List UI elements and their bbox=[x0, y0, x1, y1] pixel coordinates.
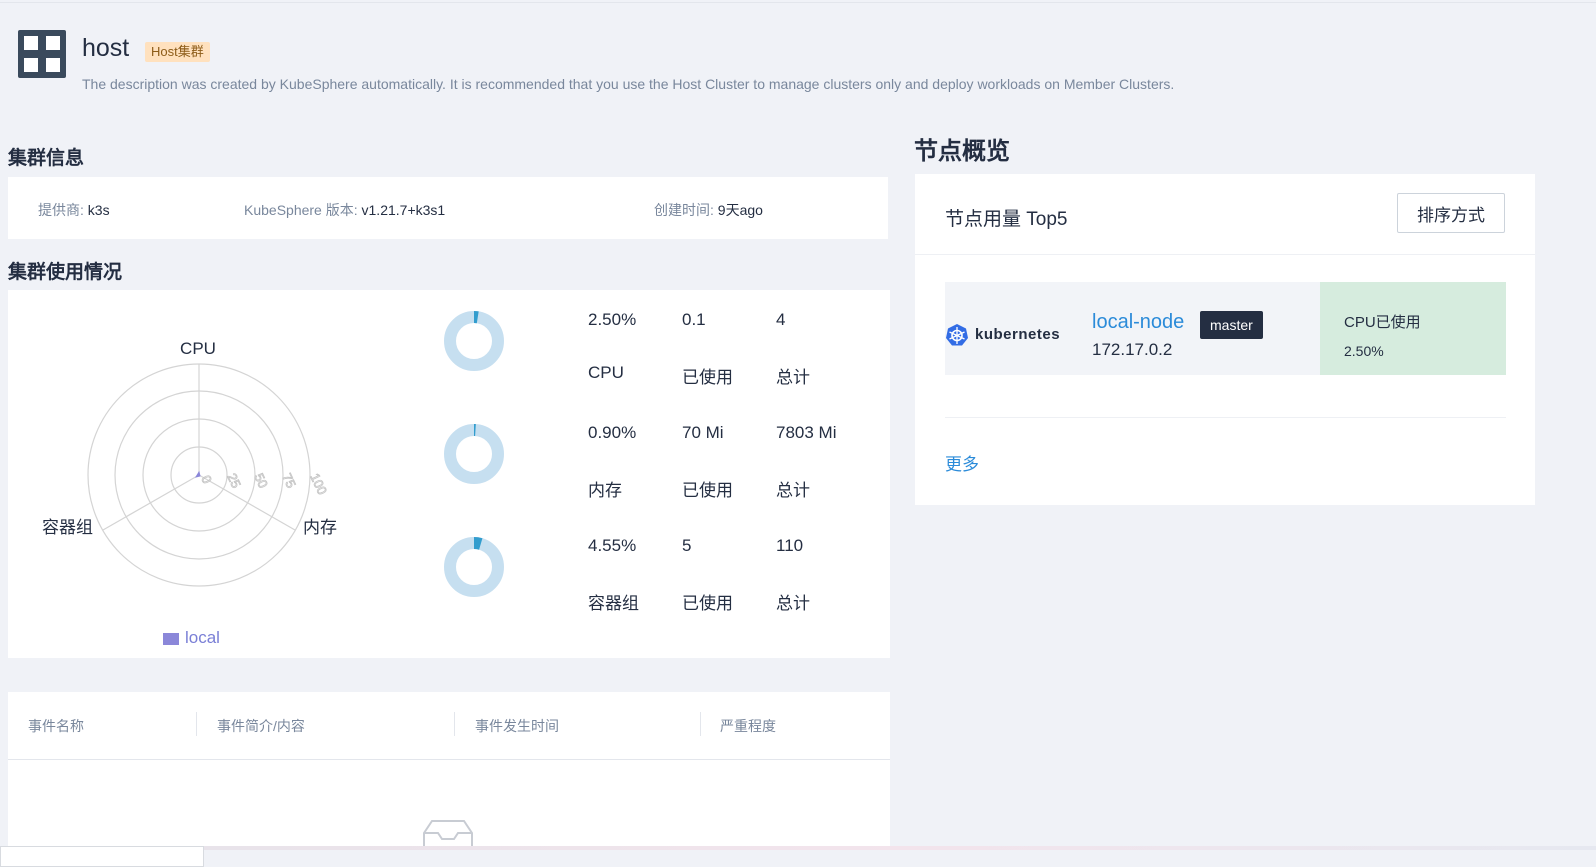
cluster-title: host bbox=[82, 34, 130, 62]
node-usage-card: 节点用量 Top5 排序方式 kubernetes local-node mas… bbox=[915, 174, 1535, 505]
donut-track bbox=[444, 537, 504, 597]
radar-label-cpu: CPU bbox=[180, 339, 216, 358]
provider-value: k3s bbox=[87, 202, 110, 218]
node-usage-title: 节点用量 Top5 bbox=[945, 209, 1068, 230]
kubernetes-logo-icon bbox=[946, 324, 968, 346]
bottom-strip bbox=[204, 846, 1596, 850]
node-cpu-value: 2.50% bbox=[1344, 343, 1384, 359]
more-link[interactable]: 更多 bbox=[945, 450, 979, 475]
memory-donut bbox=[444, 424, 504, 484]
cluster-icon bbox=[18, 30, 66, 78]
column-event-name[interactable]: 事件名称 bbox=[28, 716, 84, 736]
column-divider bbox=[454, 712, 455, 736]
radar-axis-memory bbox=[198, 474, 296, 531]
cpu-total: 4 bbox=[776, 310, 786, 329]
radar-axis-pods bbox=[102, 474, 200, 531]
column-divider bbox=[700, 712, 701, 736]
kubernetes-logo-text: kubernetes bbox=[975, 326, 1061, 343]
memory-total: 7803 Mi bbox=[776, 423, 837, 442]
radar-label-memory: 内存 bbox=[303, 518, 337, 537]
pods-percent: 4.55% bbox=[588, 536, 637, 555]
node-cpu-label: CPU已使用 bbox=[1344, 314, 1421, 331]
pods-used: 5 bbox=[682, 536, 692, 555]
version-value: v1.21.7+k3s1 bbox=[361, 202, 446, 218]
radar-tick: 100 bbox=[307, 471, 330, 497]
cpu-used-label: 已使用 bbox=[682, 368, 733, 387]
radar-legend-local[interactable]: local bbox=[163, 628, 220, 648]
column-event-content[interactable]: 事件简介/内容 bbox=[217, 716, 305, 736]
node-cpu-cell: CPU已使用 2.50% bbox=[1320, 282, 1506, 375]
node-role-badge: master bbox=[1200, 311, 1263, 339]
cpu-label: CPU bbox=[588, 363, 624, 382]
node-ip: 172.17.0.2 bbox=[1092, 340, 1173, 359]
cluster-usage-card: CPU 内存 容器组 0 25 50 75 100 local 2.50% 0.… bbox=[8, 290, 890, 658]
node-row[interactable]: kubernetes local-node master 172.17.0.2 … bbox=[945, 282, 1506, 375]
memory-used: 70 Mi bbox=[682, 423, 724, 442]
node-name-link[interactable]: local-node bbox=[1092, 311, 1184, 334]
created-info: 创建时间: 9天ago bbox=[654, 202, 763, 218]
cluster-type-tag: Host集群 bbox=[145, 42, 210, 62]
memory-percent: 0.90% bbox=[588, 423, 637, 442]
radar-chart: CPU 内存 容器组 0 25 50 75 100 bbox=[42, 339, 337, 587]
empty-inbox-icon bbox=[423, 820, 473, 849]
radar-tick: 0 bbox=[198, 473, 215, 486]
column-divider bbox=[196, 712, 197, 736]
cpu-donut bbox=[444, 311, 504, 371]
pods-used-label: 已使用 bbox=[682, 594, 733, 613]
memory-total-label: 总计 bbox=[776, 481, 810, 500]
donut-track bbox=[444, 311, 504, 371]
memory-used-label: 已使用 bbox=[682, 481, 733, 500]
pods-donut bbox=[444, 537, 504, 597]
cpu-percent: 2.50% bbox=[588, 310, 637, 329]
cluster-usage-title: 集群使用情况 bbox=[8, 262, 123, 283]
column-severity[interactable]: 严重程度 bbox=[720, 716, 776, 736]
events-table: 事件名称 事件简介/内容 事件发生时间 严重程度 bbox=[8, 692, 890, 852]
legend-swatch bbox=[163, 632, 179, 645]
cluster-info-title: 集群信息 bbox=[8, 148, 85, 169]
sort-button[interactable]: 排序方式 bbox=[1397, 193, 1505, 233]
node-overview-title: 节点概览 bbox=[914, 138, 1010, 165]
radar-label-pods: 容器组 bbox=[42, 518, 93, 537]
cpu-total-label: 总计 bbox=[776, 368, 810, 387]
provider-info: 提供商: k3s bbox=[38, 202, 110, 218]
table-header-divider bbox=[8, 759, 890, 760]
bottom-bar bbox=[0, 846, 1596, 867]
more-divider bbox=[945, 417, 1506, 418]
radar-series-local bbox=[194, 470, 201, 478]
column-event-time[interactable]: 事件发生时间 bbox=[475, 716, 559, 736]
cluster-info-card: 提供商: k3s KubeSphere 版本: v1.21.7+k3s1 创建时… bbox=[8, 177, 888, 239]
card-header-divider bbox=[915, 254, 1535, 255]
radar-tick: 50 bbox=[251, 471, 271, 490]
pods-total: 110 bbox=[776, 536, 804, 555]
memory-label: 内存 bbox=[588, 481, 622, 500]
cluster-description: The description was created by KubeSpher… bbox=[82, 76, 1175, 92]
created-value: 9天ago bbox=[717, 202, 763, 218]
bottom-tab[interactable] bbox=[0, 846, 204, 867]
pods-label: 容器组 bbox=[588, 594, 639, 613]
pods-total-label: 总计 bbox=[776, 594, 810, 613]
cpu-used: 0.1 bbox=[682, 310, 706, 329]
top-divider bbox=[0, 2, 1596, 3]
version-info: KubeSphere 版本: v1.21.7+k3s1 bbox=[244, 202, 446, 218]
donut-track bbox=[444, 424, 504, 484]
